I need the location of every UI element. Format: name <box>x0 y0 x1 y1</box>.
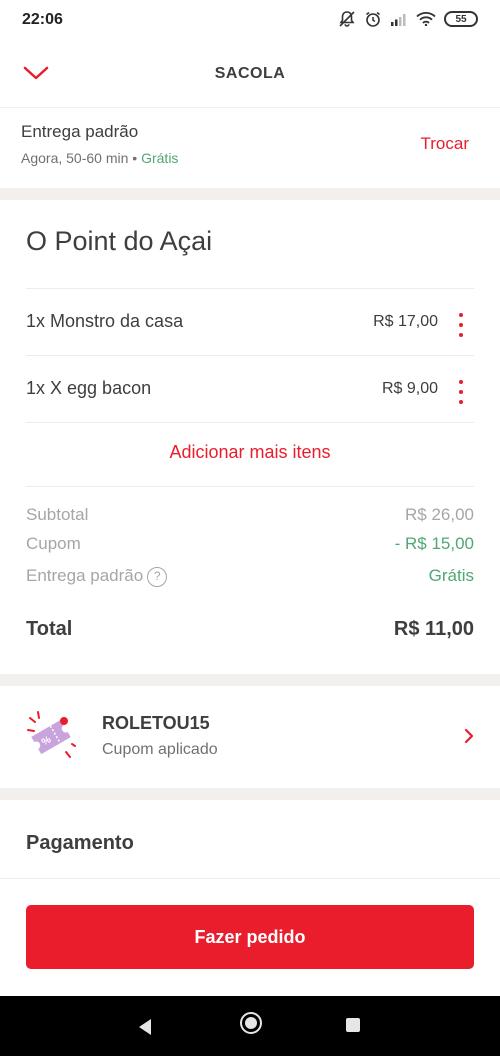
item-price: R$ 17,00 <box>373 313 438 330</box>
wifi-icon <box>416 12 436 26</box>
more-options-icon[interactable] <box>456 378 466 406</box>
bottom-action-area: Fazer pedido <box>0 878 500 996</box>
coupon-value: - R$ 15,00 <box>394 534 474 553</box>
system-nav-bar <box>0 996 500 1056</box>
delivery-fee-label: Entrega padrão <box>26 566 144 585</box>
alarm-icon <box>364 10 382 28</box>
divider-line <box>26 422 474 423</box>
delivery-fee-value: Grátis <box>428 566 474 585</box>
chevron-right-icon <box>464 728 474 744</box>
section-divider <box>0 188 500 200</box>
signal-icon <box>390 12 408 26</box>
coupon-card[interactable]: % ROLETOU15 Cupom aplicado <box>0 686 500 788</box>
payment-section-title: Pagamento <box>26 832 134 854</box>
item-name: 1x X egg bacon <box>26 378 152 398</box>
change-delivery-button[interactable]: Trocar <box>421 134 470 154</box>
status-icons: 55 <box>338 10 478 28</box>
page-title: SACOLA <box>214 65 286 82</box>
subtotal-row: Subtotal R$ 26,00 <box>26 505 474 525</box>
header: SACOLA <box>0 40 500 108</box>
delivery-fee-row: Entrega padrão? Grátis <box>26 566 474 587</box>
section-divider <box>0 788 500 800</box>
total-row: Total R$ 11,00 <box>26 618 474 641</box>
status-bar: 22:06 55 <box>0 0 500 40</box>
section-divider <box>0 674 500 686</box>
item-name: 1x Monstro da casa <box>26 311 184 331</box>
delivery-fee: Grátis <box>141 150 179 166</box>
nav-home-icon[interactable] <box>240 1012 262 1034</box>
divider-line <box>26 486 474 487</box>
cart-item: 1x Monstro da casa R$ 17,00 <box>26 289 474 355</box>
subtotal-value: R$ 26,00 <box>405 505 474 524</box>
nav-back-icon[interactable] <box>137 1018 153 1036</box>
total-value: R$ 11,00 <box>393 618 474 640</box>
place-order-button[interactable]: Fazer pedido <box>26 905 474 969</box>
total-label: Total <box>26 618 73 640</box>
cart-item: 1x X egg bacon R$ 9,00 <box>26 356 474 422</box>
add-more-items-button[interactable]: Adicionar mais itens <box>0 442 500 463</box>
coupon-label: Cupom <box>26 534 81 553</box>
coupon-row: Cupom - R$ 15,00 <box>26 534 474 554</box>
delivery-option: Entrega padrão Agora, 50-60 min • Grátis… <box>0 108 500 188</box>
status-time: 22:06 <box>22 11 63 28</box>
restaurant-name: O Point do Açai <box>26 226 213 256</box>
notifications-off-icon <box>338 10 356 28</box>
delivery-separator: • <box>132 150 138 166</box>
subtotal-label: Subtotal <box>26 505 89 524</box>
coupon-code: ROLETOU15 <box>102 713 210 733</box>
delivery-time: Agora, 50-60 min <box>21 150 129 166</box>
coupon-ticket-icon: % <box>26 710 76 760</box>
delivery-subtitle: Agora, 50-60 min • Grátis <box>21 150 178 166</box>
more-options-icon[interactable] <box>456 311 466 339</box>
delivery-title: Entrega padrão <box>21 122 139 141</box>
nav-recent-apps-icon[interactable] <box>346 1018 360 1032</box>
help-icon[interactable]: ? <box>147 567 168 587</box>
item-price: R$ 9,00 <box>381 380 438 397</box>
coupon-status: Cupom aplicado <box>102 741 218 758</box>
battery-icon: 55 <box>444 11 478 27</box>
